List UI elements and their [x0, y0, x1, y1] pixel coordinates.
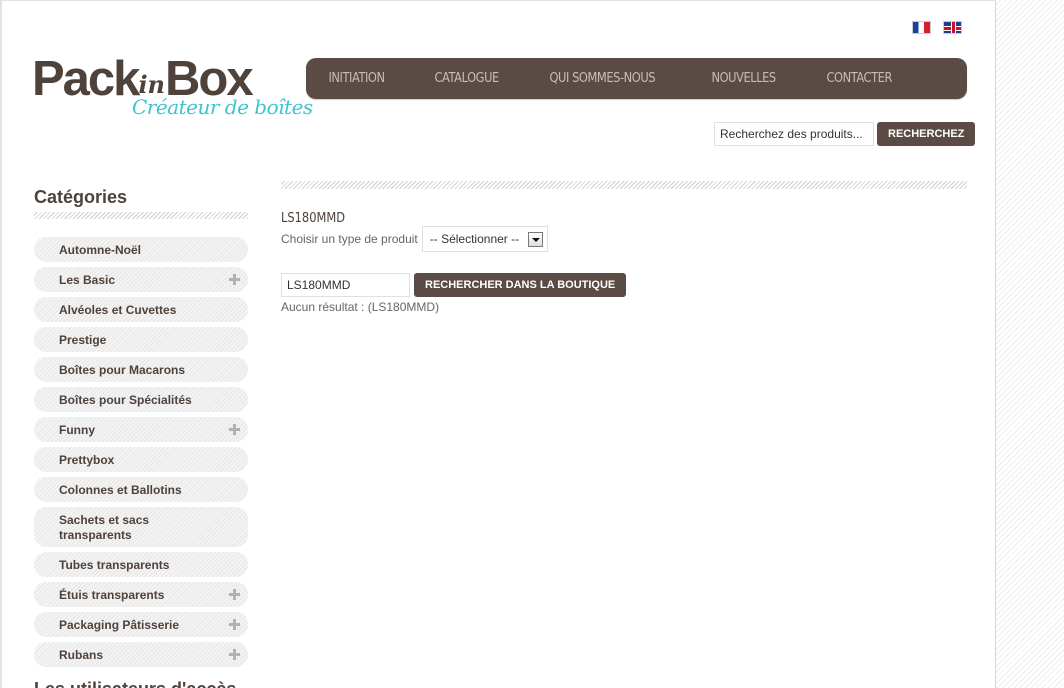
- category-item[interactable]: Les Basic: [34, 267, 248, 292]
- product-type-label: Choisir un type de produit: [281, 232, 418, 246]
- category-label: Étuis transparents: [59, 588, 165, 602]
- language-switcher: [912, 21, 962, 34]
- shop-search-button[interactable]: RECHERCHER DANS LA BOUTIQUE: [414, 273, 627, 297]
- product-type-select[interactable]: -- Sélectionner --: [421, 226, 548, 252]
- category-label: Packaging Pâtisserie: [59, 618, 180, 632]
- category-item[interactable]: Étuis transparents: [34, 582, 248, 607]
- category-label: Prettybox: [59, 453, 115, 467]
- category-list: Automne-Noël Les Basic Alvéoles et Cuvet…: [34, 237, 248, 672]
- expand-plus-icon[interactable]: [229, 588, 240, 600]
- expand-plus-icon[interactable]: [229, 423, 240, 435]
- category-label: Rubans: [59, 648, 104, 662]
- content-divider: [281, 181, 967, 189]
- category-item[interactable]: Funny: [34, 417, 248, 442]
- category-item[interactable]: Prettybox: [34, 447, 248, 472]
- category-label: Funny: [59, 423, 95, 437]
- category-item[interactable]: Boîtes pour Spécialités: [34, 387, 248, 412]
- header-search: RECHERCHEZ: [714, 122, 976, 146]
- category-label: Boîtes pour Spécialités: [59, 393, 192, 407]
- page: PackinBox Créateur de boîtes INITIATION …: [0, 0, 996, 688]
- category-label: Tubes transparents: [59, 558, 170, 572]
- chevron-down-icon: [527, 231, 543, 247]
- category-item[interactable]: Prestige: [34, 327, 248, 352]
- expand-plus-icon[interactable]: [229, 648, 240, 660]
- logo-tagline: Créateur de boîtes: [132, 95, 313, 119]
- no-result-message: Aucun résultat : (LS180MMD): [281, 300, 440, 314]
- page-title: LS180MMD: [281, 211, 346, 226]
- main-nav: INITIATION CATALOGUE QUI SOMMES-NOUS NOU…: [306, 58, 967, 99]
- category-label: Boîtes pour Macarons: [59, 363, 186, 377]
- nav-item-catalogue[interactable]: CATALOGUE: [416, 71, 517, 86]
- category-item[interactable]: Rubans: [34, 642, 248, 667]
- shop-search-input[interactable]: [281, 273, 410, 297]
- product-type-filter: Choisir un type de produit -- Sélectionn…: [281, 226, 548, 252]
- sidebar-title-divider: [34, 212, 248, 219]
- site-logo[interactable]: PackinBox Créateur de boîtes: [32, 53, 313, 133]
- fr-flag-icon[interactable]: [912, 21, 931, 34]
- nav-item-contact[interactable]: CONTACTER: [808, 71, 910, 86]
- category-label: Sachets et sacs transparents: [59, 513, 150, 542]
- nav-item-about[interactable]: QUI SOMMES-NOUS: [531, 71, 674, 86]
- expand-plus-icon[interactable]: [229, 273, 240, 285]
- category-item[interactable]: Colonnes et Ballotins: [34, 477, 248, 502]
- category-label: Prestige: [59, 333, 107, 347]
- sidebar-title: Catégories: [34, 187, 128, 207]
- expand-plus-icon[interactable]: [229, 618, 240, 630]
- category-item[interactable]: Automne-Noël: [34, 237, 248, 262]
- sidebar-next-title: Les utilisateurs d'accès: [34, 679, 236, 688]
- nav-item-news[interactable]: NOUVELLES: [693, 71, 794, 86]
- nav-item-initiation[interactable]: INITIATION: [310, 71, 403, 86]
- header-search-input[interactable]: [714, 122, 874, 146]
- en-flag-icon[interactable]: [943, 21, 962, 34]
- header-search-button[interactable]: RECHERCHEZ: [877, 122, 976, 146]
- category-item[interactable]: Packaging Pâtisserie: [34, 612, 248, 637]
- shop-search: RECHERCHER DANS LA BOUTIQUE: [281, 273, 627, 297]
- category-label: Alvéoles et Cuvettes: [59, 303, 177, 317]
- category-label: Automne-Noël: [59, 243, 141, 257]
- product-type-select-value: -- Sélectionner --: [429, 232, 520, 246]
- category-item[interactable]: Sachets et sacs transparents: [34, 507, 248, 547]
- category-item[interactable]: Boîtes pour Macarons: [34, 357, 248, 382]
- category-item[interactable]: Alvéoles et Cuvettes: [34, 297, 248, 322]
- category-label: Les Basic: [59, 273, 116, 287]
- category-label: Colonnes et Ballotins: [59, 483, 182, 497]
- category-item[interactable]: Tubes transparents: [34, 552, 248, 577]
